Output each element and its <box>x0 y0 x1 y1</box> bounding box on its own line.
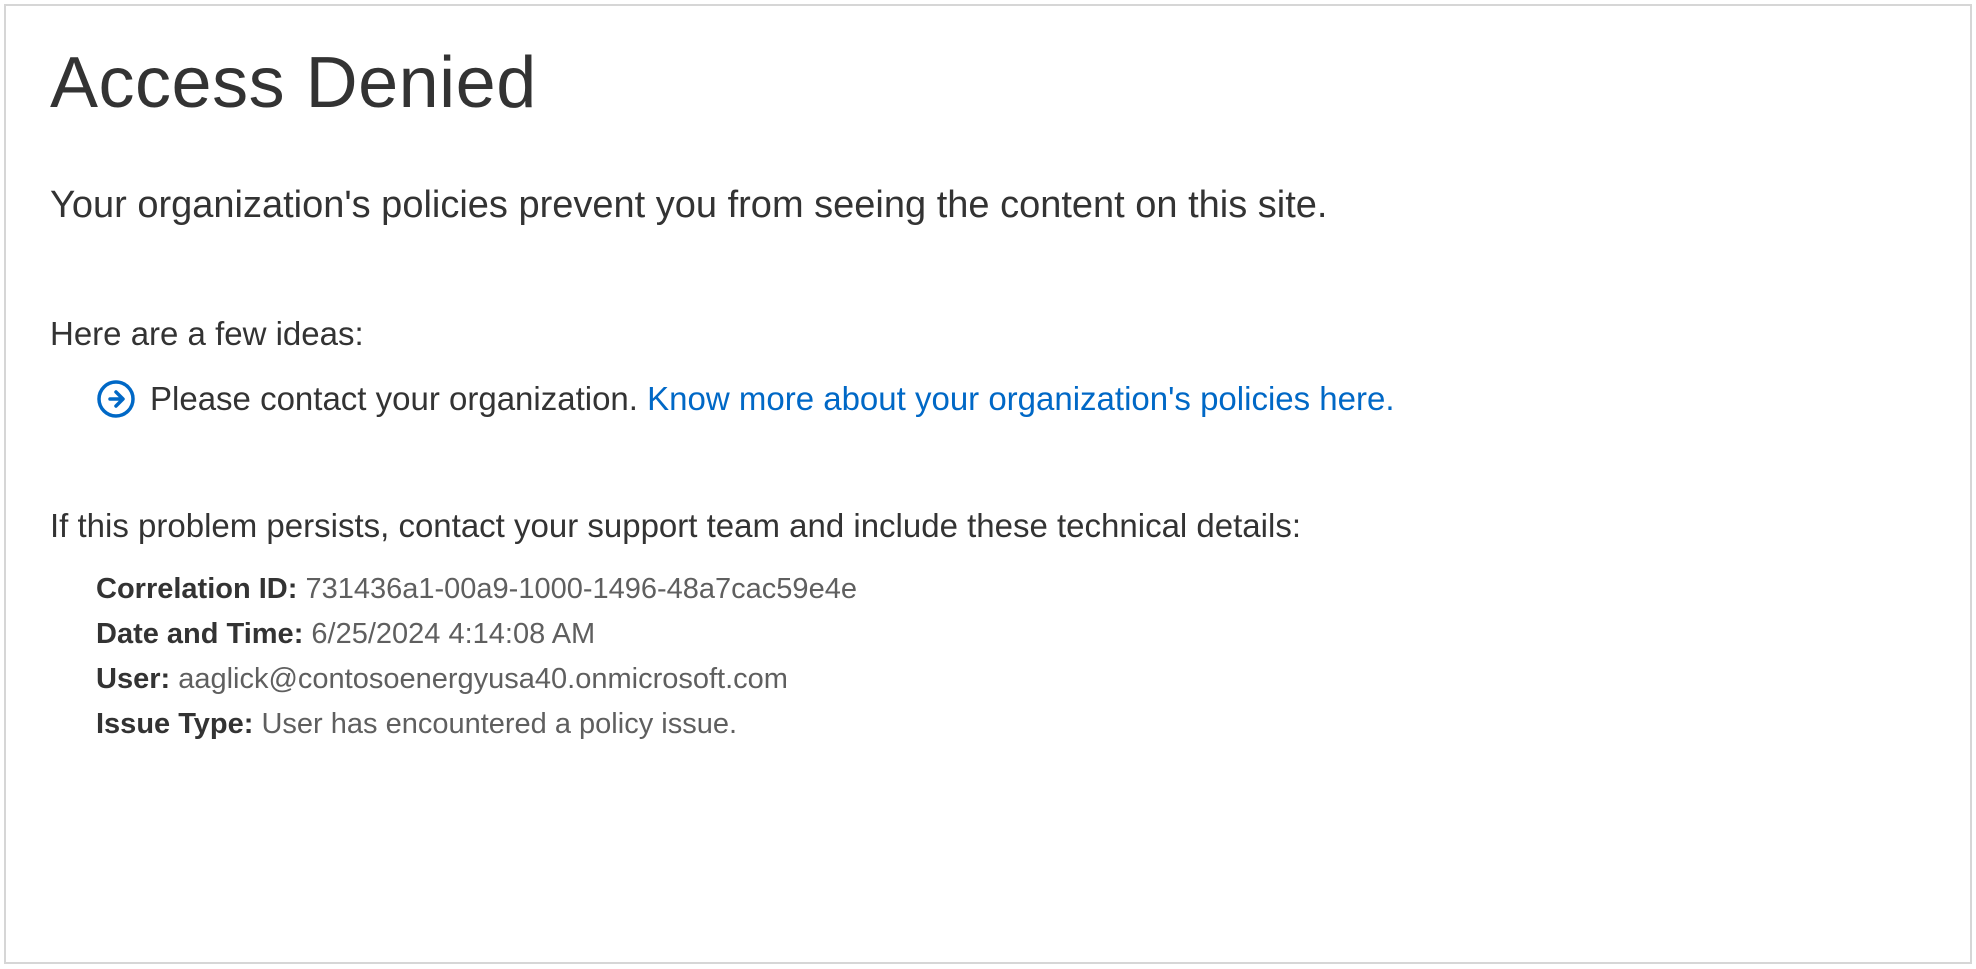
user-label: User: <box>96 663 178 695</box>
issue-type-label: Issue Type: <box>96 708 261 740</box>
access-denied-panel: Access Denied Your organization's polici… <box>4 4 1972 964</box>
correlation-id-label: Correlation ID: <box>96 573 305 605</box>
org-policies-link[interactable]: Know more about your organization's poli… <box>647 380 1394 417</box>
support-instructions: If this problem persists, contact your s… <box>50 507 1926 545</box>
policy-message: Your organization's policies prevent you… <box>50 180 1926 231</box>
user-row: User: aaglick@contosoenergyusa40.onmicro… <box>96 657 1926 702</box>
idea-text: Please contact your organization. <box>150 380 647 417</box>
page-title: Access Denied <box>50 42 1926 124</box>
idea-row: Please contact your organization. Know m… <box>50 379 1926 419</box>
correlation-id-value: 731436a1-00a9-1000-1496-48a7cac59e4e <box>305 573 856 605</box>
correlation-id-row: Correlation ID: 731436a1-00a9-1000-1496-… <box>96 567 1926 612</box>
arrow-right-circle-icon <box>96 379 136 419</box>
datetime-row: Date and Time: 6/25/2024 4:14:08 AM <box>96 612 1926 657</box>
ideas-heading: Here are a few ideas: <box>50 315 1926 353</box>
datetime-value: 6/25/2024 4:14:08 AM <box>311 618 595 650</box>
user-value: aaglick@contosoenergyusa40.onmicrosoft.c… <box>178 663 788 695</box>
issue-type-value: User has encountered a policy issue. <box>261 708 737 740</box>
datetime-label: Date and Time: <box>96 618 311 650</box>
technical-details: Correlation ID: 731436a1-00a9-1000-1496-… <box>50 567 1926 747</box>
issue-type-row: Issue Type: User has encountered a polic… <box>96 702 1926 747</box>
